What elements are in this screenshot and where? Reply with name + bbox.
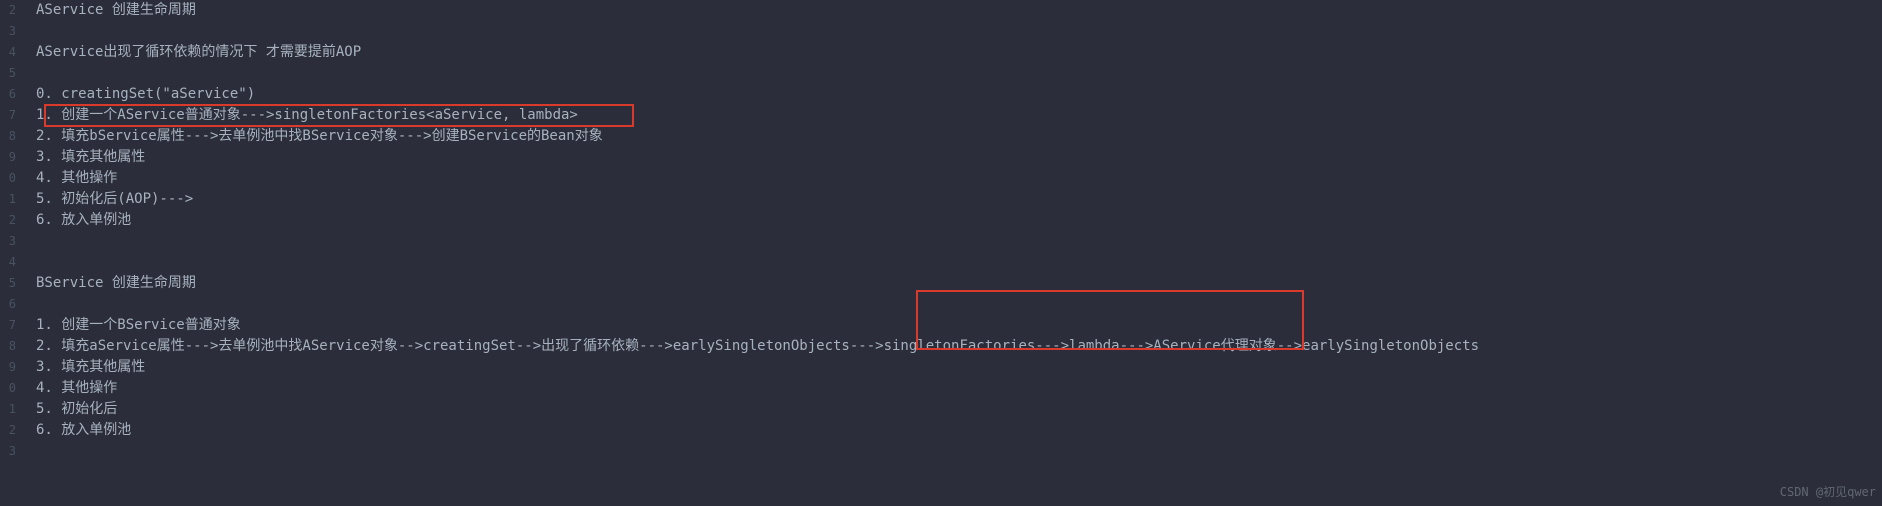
line-number: 1 — [0, 189, 16, 210]
line-number: 7 — [0, 105, 16, 126]
code-line[interactable]: 5. 初始化后 — [36, 399, 1882, 420]
line-number: 3 — [0, 231, 16, 252]
line-gutter: 2 3 4 5 6 7 8 9 0 1 2 3 4 5 6 7 8 9 0 1 … — [0, 0, 24, 506]
code-line[interactable]: 1. 创建一个BService普通对象 — [36, 315, 1882, 336]
line-number: 4 — [0, 252, 16, 273]
code-line[interactable]: AService出现了循环依赖的情况下 才需要提前AOP — [36, 42, 1882, 63]
line-number: 4 — [0, 42, 16, 63]
line-number: 5 — [0, 63, 16, 84]
code-line[interactable] — [36, 441, 1882, 462]
code-line[interactable] — [36, 21, 1882, 42]
code-line[interactable]: 4. 其他操作 — [36, 168, 1882, 189]
line-number: 3 — [0, 441, 16, 462]
code-line[interactable] — [36, 252, 1882, 273]
line-number: 2 — [0, 0, 16, 21]
code-line[interactable]: 1. 创建一个AService普通对象--->singletonFactorie… — [36, 105, 1882, 126]
watermark: CSDN @初见qwer — [1780, 482, 1876, 503]
code-area[interactable]: AService 创建生命周期 AService出现了循环依赖的情况下 才需要提… — [24, 0, 1882, 506]
line-number: 0 — [0, 378, 16, 399]
code-line[interactable] — [36, 294, 1882, 315]
line-number: 9 — [0, 357, 16, 378]
code-line[interactable]: BService 创建生命周期 — [36, 273, 1882, 294]
code-line[interactable]: 2. 填充bService属性--->去单例池中找BService对象--->创… — [36, 126, 1882, 147]
code-line[interactable]: 3. 填充其他属性 — [36, 147, 1882, 168]
code-line[interactable]: AService 创建生命周期 — [36, 0, 1882, 21]
code-line[interactable]: 3. 填充其他属性 — [36, 357, 1882, 378]
line-number: 7 — [0, 315, 16, 336]
code-line[interactable]: 0. creatingSet("aService") — [36, 84, 1882, 105]
code-line[interactable]: 6. 放入单例池 — [36, 210, 1882, 231]
line-number: 2 — [0, 420, 16, 441]
line-number: 6 — [0, 84, 16, 105]
code-line[interactable]: 6. 放入单例池 — [36, 420, 1882, 441]
line-number: 3 — [0, 21, 16, 42]
code-line[interactable] — [36, 231, 1882, 252]
code-line[interactable] — [36, 63, 1882, 84]
line-number: 8 — [0, 336, 16, 357]
line-number: 9 — [0, 147, 16, 168]
line-number: 1 — [0, 399, 16, 420]
line-number: 0 — [0, 168, 16, 189]
code-line[interactable]: 2. 填充aService属性--->去单例池中找AService对象-->cr… — [36, 336, 1882, 357]
code-line[interactable]: 4. 其他操作 — [36, 378, 1882, 399]
line-number: 8 — [0, 126, 16, 147]
code-line[interactable]: 5. 初始化后(AOP)---> — [36, 189, 1882, 210]
line-number: 6 — [0, 294, 16, 315]
code-editor[interactable]: 2 3 4 5 6 7 8 9 0 1 2 3 4 5 6 7 8 9 0 1 … — [0, 0, 1882, 506]
line-number: 5 — [0, 273, 16, 294]
line-number: 2 — [0, 210, 16, 231]
